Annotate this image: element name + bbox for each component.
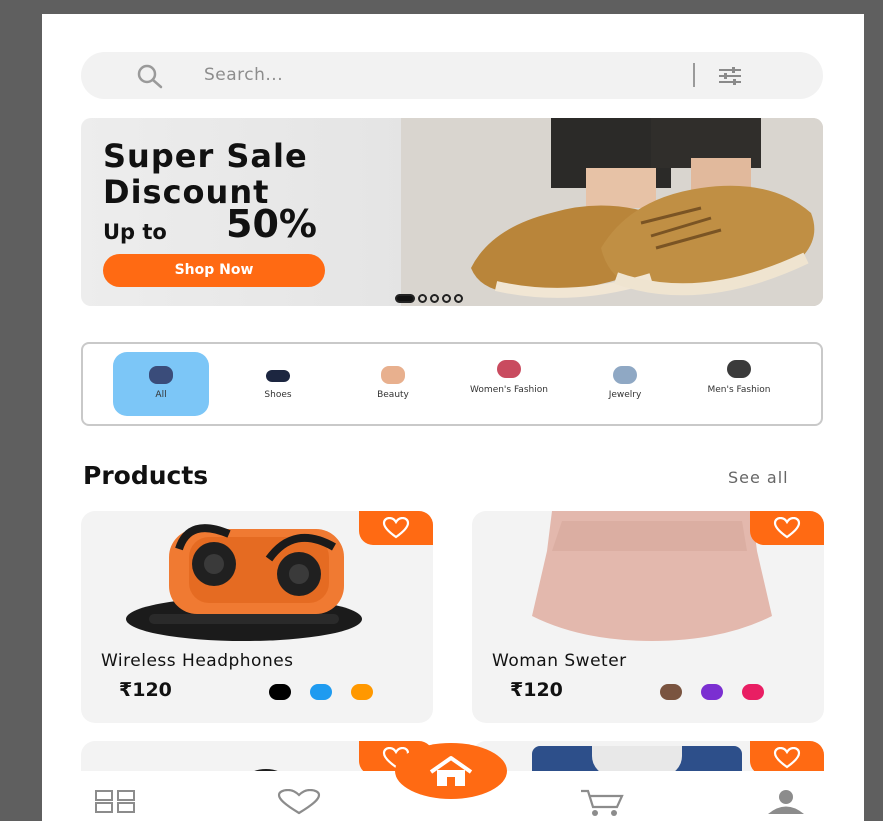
- category-beauty[interactable]: Beauty: [345, 352, 441, 416]
- app-screen: Search... Super Sale Discount Up to 50% …: [42, 14, 864, 821]
- carousel-dot[interactable]: [430, 294, 439, 303]
- search-divider: [693, 63, 695, 87]
- product-card[interactable]: Woman Sweter ₹120: [472, 511, 824, 723]
- sneaker-image: [401, 118, 823, 306]
- banner-up-to: Up to: [103, 220, 167, 244]
- category-label: Women's Fashion: [470, 385, 548, 395]
- category-all-image: [149, 366, 173, 384]
- carousel-indicator[interactable]: [395, 294, 463, 303]
- color-swatch-black[interactable]: [269, 684, 291, 700]
- favorite-button[interactable]: [359, 511, 433, 545]
- sweater-image: [532, 511, 772, 641]
- category-label: Jewelry: [608, 390, 642, 400]
- product-price: ₹120: [510, 679, 563, 701]
- heart-icon: [773, 747, 801, 769]
- products-title: Products: [83, 461, 209, 490]
- banner-title-line1: Super Sale: [103, 137, 308, 175]
- search-bar[interactable]: Search...: [81, 52, 823, 99]
- headphones-image: [126, 524, 362, 641]
- shop-now-button[interactable]: Shop Now: [103, 254, 325, 287]
- see-all-link[interactable]: See all: [728, 468, 789, 487]
- category-beauty-image: [381, 366, 405, 384]
- category-label: Beauty: [377, 390, 409, 400]
- color-swatch-purple[interactable]: [701, 684, 723, 700]
- grid-icon[interactable]: [94, 789, 138, 813]
- heart-icon[interactable]: [276, 789, 322, 815]
- profile-icon[interactable]: [764, 789, 808, 815]
- home-icon: [429, 756, 473, 786]
- favorite-button[interactable]: [750, 511, 824, 545]
- color-swatch-pink[interactable]: [742, 684, 764, 700]
- category-mens-fashion[interactable]: Men's Fashion: [691, 352, 787, 416]
- product-name: Woman Sweter: [492, 651, 627, 671]
- carousel-dot[interactable]: [454, 294, 463, 303]
- category-all[interactable]: All: [113, 352, 209, 416]
- category-womens-fashion[interactable]: Women's Fashion: [461, 352, 557, 416]
- carousel-dot[interactable]: [395, 294, 415, 303]
- category-label: Men's Fashion: [707, 385, 771, 395]
- product-name: Wireless Headphones: [101, 651, 294, 671]
- banner-percent: 50%: [226, 202, 317, 246]
- carousel-dot[interactable]: [442, 294, 451, 303]
- heart-icon: [382, 517, 410, 539]
- filter-icon[interactable]: [716, 62, 744, 90]
- category-womens-fashion-image: [497, 360, 521, 378]
- carousel-dot[interactable]: [418, 294, 427, 303]
- cart-icon[interactable]: [579, 789, 625, 817]
- category-jewelry-image: [613, 366, 637, 384]
- category-shoes-image: [266, 370, 290, 382]
- search-icon[interactable]: [135, 62, 165, 92]
- product-price: ₹120: [119, 679, 172, 701]
- search-input[interactable]: Search...: [204, 65, 283, 85]
- color-swatch-brown[interactable]: [660, 684, 682, 700]
- product-card[interactable]: Wireless Headphones ₹120: [81, 511, 433, 723]
- category-bar: All Shoes Beauty Women's Fashion Jewelry…: [81, 342, 823, 426]
- promo-banner[interactable]: Super Sale Discount Up to 50% Shop Now: [81, 118, 823, 306]
- category-shoes[interactable]: Shoes: [230, 352, 326, 416]
- heart-icon: [773, 517, 801, 539]
- category-jewelry[interactable]: Jewelry: [577, 352, 673, 416]
- category-label: Shoes: [264, 390, 292, 400]
- category-mens-fashion-image: [727, 360, 751, 378]
- color-swatch-blue[interactable]: [310, 684, 332, 700]
- favorite-button[interactable]: [750, 741, 824, 775]
- color-swatch-orange[interactable]: [351, 684, 373, 700]
- home-button[interactable]: [395, 743, 507, 799]
- category-label: All: [155, 390, 167, 400]
